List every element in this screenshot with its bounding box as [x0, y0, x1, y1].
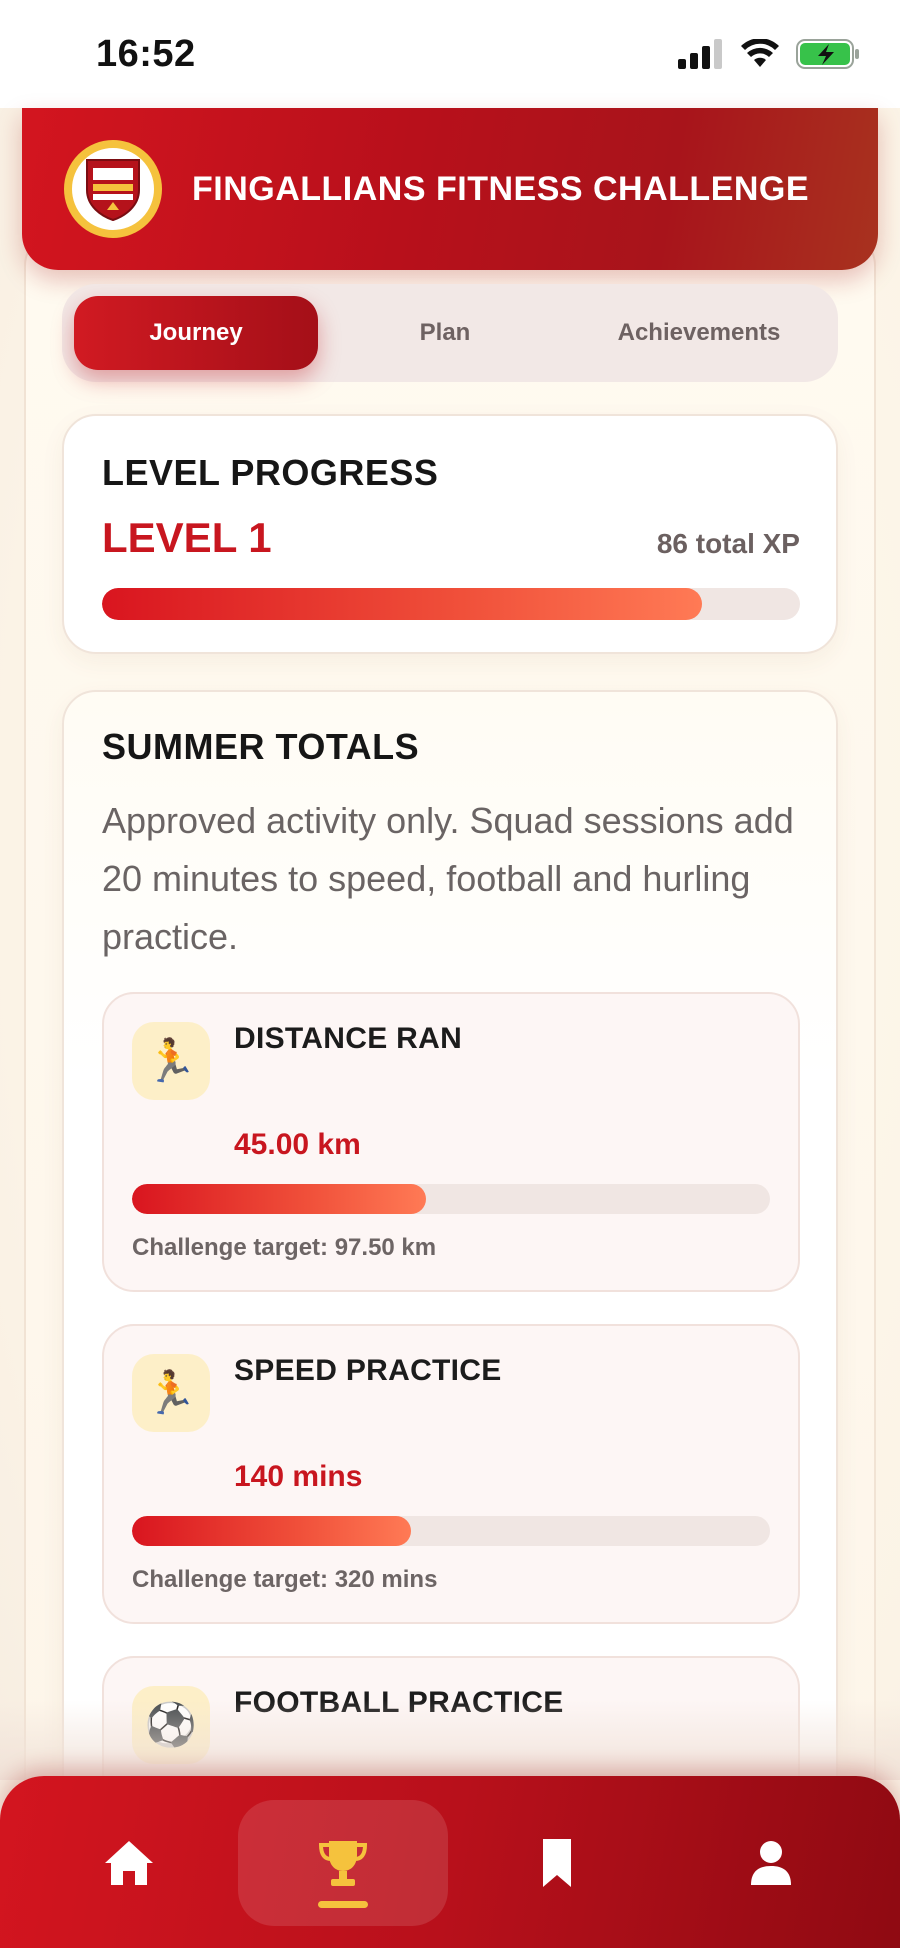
metric-progress-bar	[132, 1184, 770, 1214]
metric-target: Challenge target: 320 mins	[132, 1566, 438, 1593]
tab-plan[interactable]: Plan	[318, 296, 572, 370]
runner-icon: 🏃	[132, 1354, 210, 1432]
wifi-icon	[741, 39, 779, 67]
nav-profile[interactable]	[666, 1800, 876, 1926]
profile-icon	[751, 1841, 791, 1885]
level-progress-fill	[102, 588, 703, 620]
app-title: FINGALLIANS FITNESS CHALLENGE	[192, 169, 810, 208]
app-header: FINGALLIANS FITNESS CHALLENGE	[22, 108, 878, 270]
metric-value: 45.00 km	[234, 1128, 361, 1161]
crest-icon	[86, 159, 140, 222]
level-label: LEVEL 1	[102, 514, 272, 561]
cellular-signal-icon	[678, 39, 722, 69]
trophy-icon	[318, 1841, 368, 1886]
metric-title: DISTANCE RAN	[234, 1022, 463, 1055]
summer-totals-description: Approved activity only. Squad sessions a…	[102, 800, 794, 957]
level-progress-heading: LEVEL PROGRESS	[102, 452, 439, 493]
status-time: 16:52	[96, 32, 196, 75]
metric-progress-fill	[132, 1516, 412, 1546]
tab-bar: Journey Plan Achievements	[62, 284, 838, 382]
metric-card-distance[interactable]: 🏃 DISTANCE RAN 45.00 km Challenge target…	[102, 992, 800, 1292]
battery-charging-icon	[796, 39, 859, 69]
active-indicator	[318, 1901, 368, 1908]
tab-achievements[interactable]: Achievements	[572, 296, 826, 370]
metric-target: Challenge target: 97.50 km	[132, 1234, 437, 1261]
bottom-fade	[0, 1700, 900, 1780]
bottom-nav	[0, 1776, 900, 1948]
metric-progress-bar	[132, 1516, 770, 1546]
status-bar: 16:52	[0, 0, 900, 108]
metric-card-speed[interactable]: 🏃 SPEED PRACTICE 140 mins Challenge targ…	[102, 1324, 800, 1624]
metric-title: SPEED PRACTICE	[234, 1354, 502, 1387]
level-progress-bar	[102, 588, 800, 620]
nav-home[interactable]	[24, 1800, 234, 1926]
level-progress-card: LEVEL PROGRESS LEVEL 1 86 total XP	[62, 414, 838, 654]
nav-bookmarks[interactable]	[452, 1800, 662, 1926]
runner-icon: 🏃	[132, 1022, 210, 1100]
total-xp-label: 86 total XP	[656, 528, 800, 559]
metric-value: 140 mins	[234, 1460, 363, 1493]
status-icons	[678, 38, 860, 70]
club-crest-logo	[64, 140, 162, 238]
tab-journey[interactable]: Journey	[74, 296, 318, 370]
home-icon	[105, 1841, 153, 1885]
summer-totals-heading: SUMMER TOTALS	[102, 726, 420, 767]
metric-progress-fill	[132, 1184, 427, 1214]
bookmark-icon	[543, 1839, 571, 1887]
nav-trophy[interactable]	[238, 1800, 448, 1926]
